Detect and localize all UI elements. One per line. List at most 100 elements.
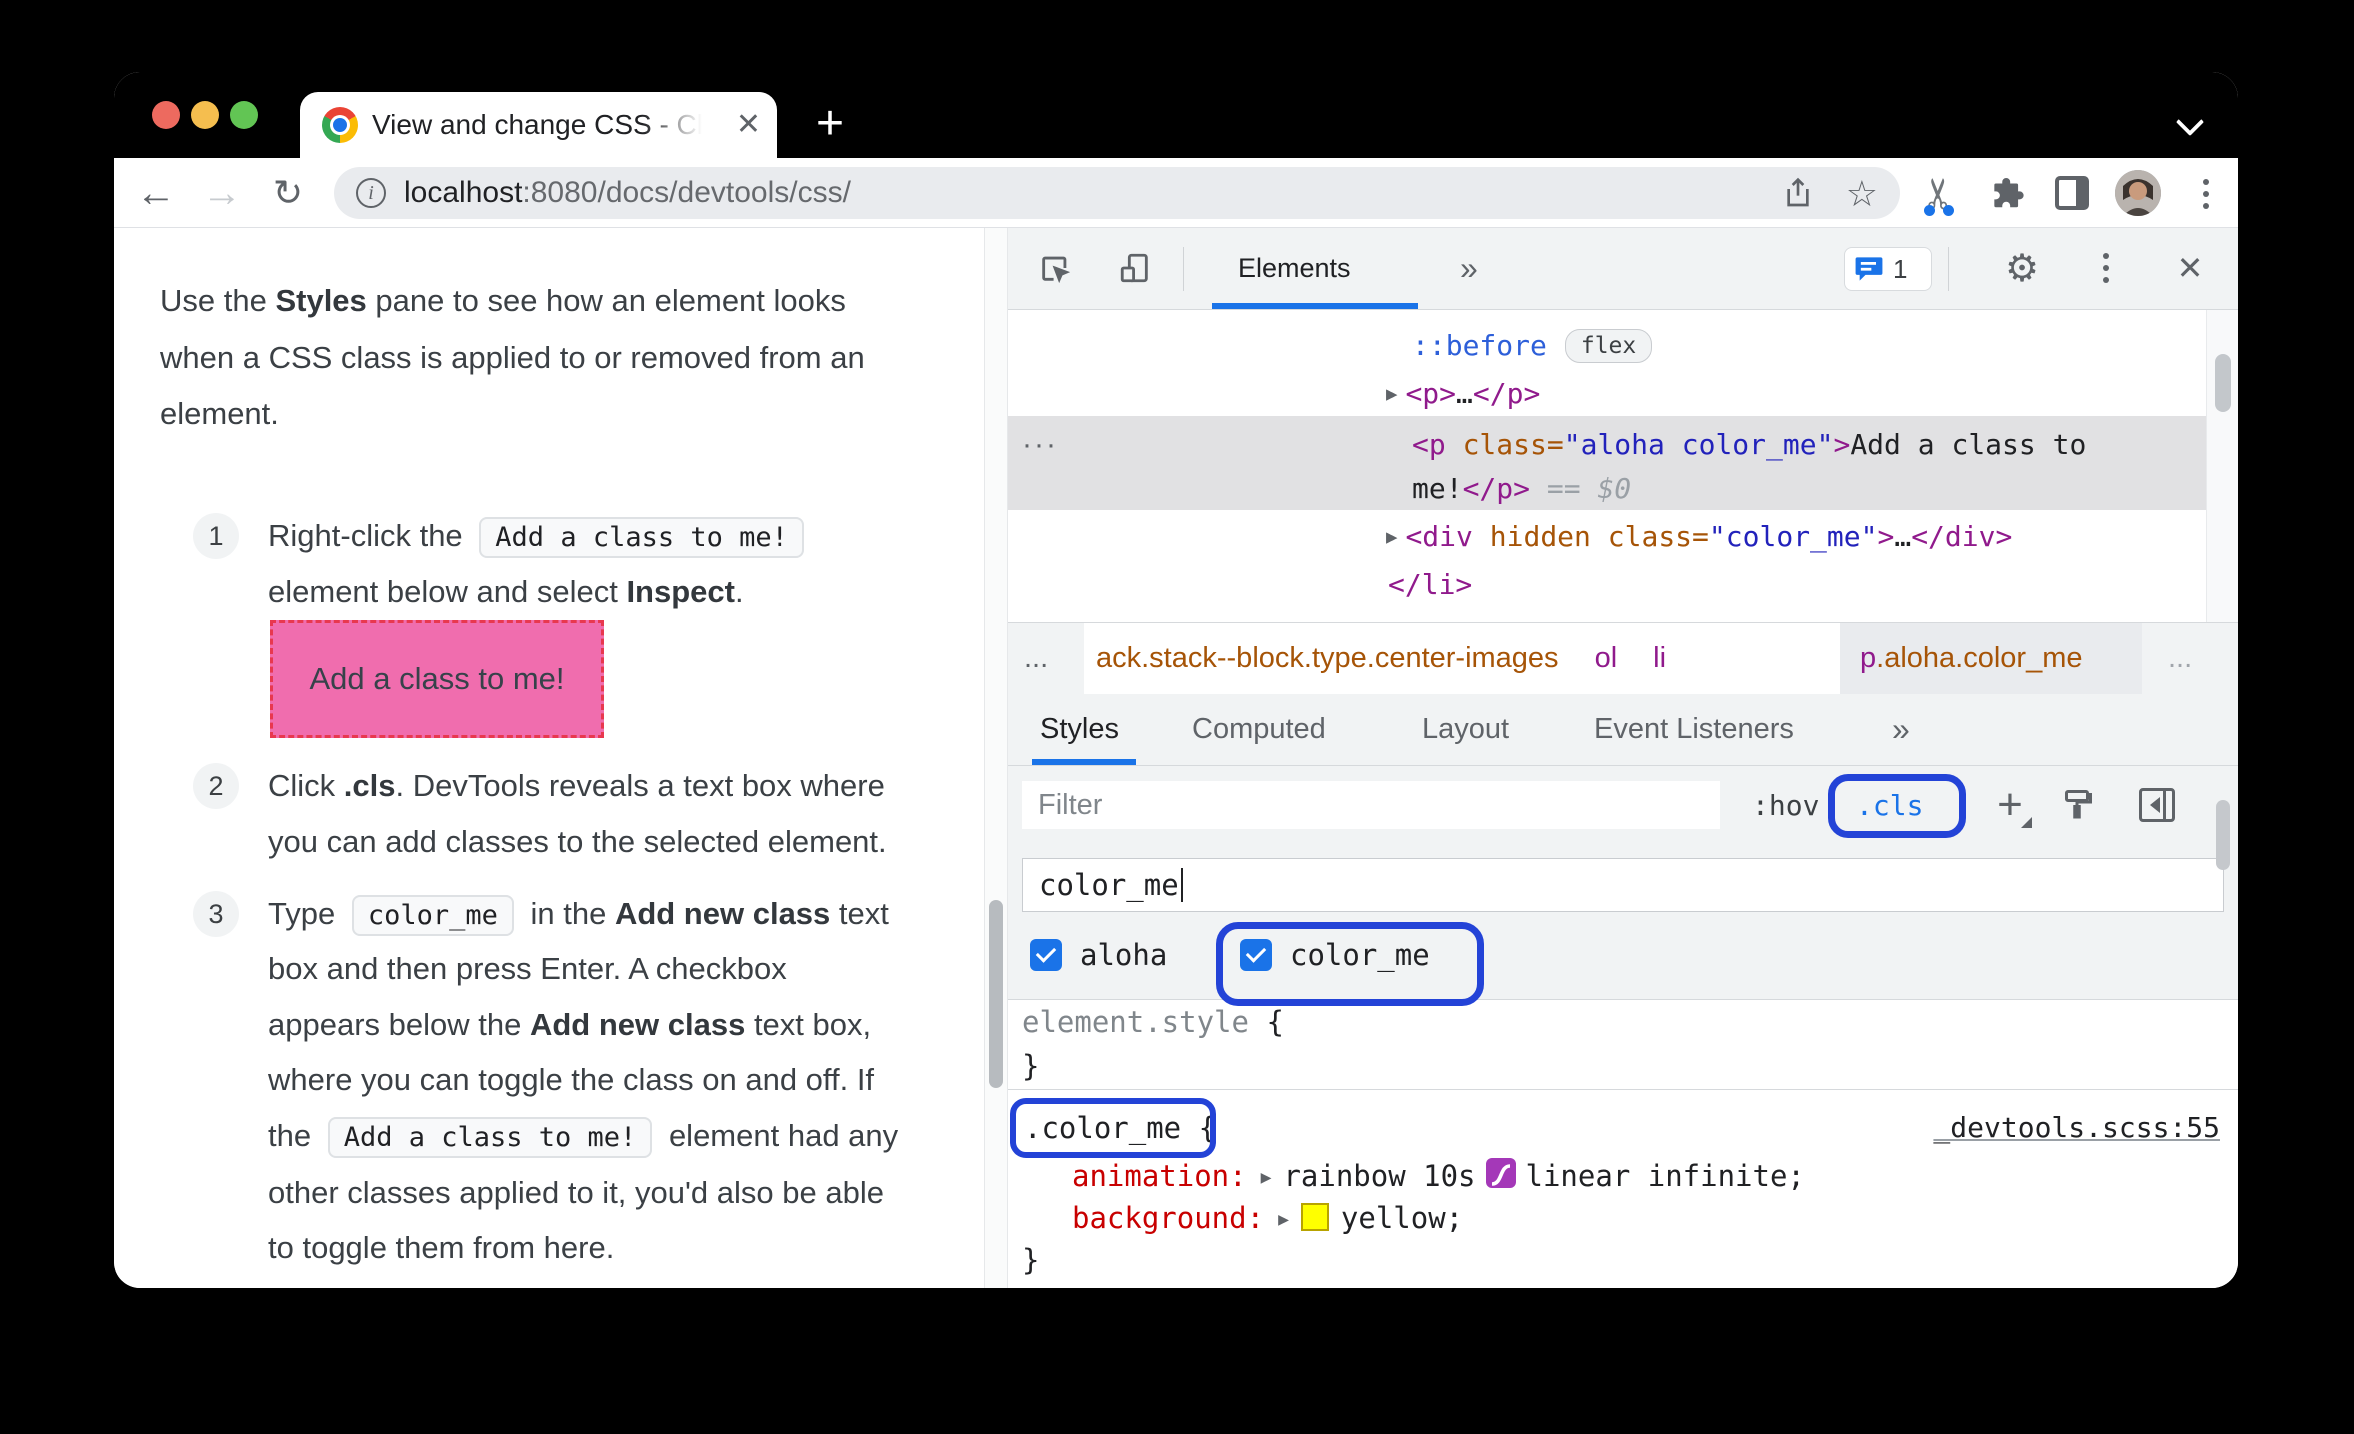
new-tab-button[interactable]: + [802,95,858,151]
extensions-puzzle-icon[interactable] [1980,158,2034,228]
new-style-rule-button[interactable]: + [1984,766,2036,844]
text-token: <p> [1405,377,1457,410]
window-controls[interactable] [152,101,258,129]
minimize-window-button[interactable] [191,101,219,129]
text-token: in the [521,896,615,931]
expand-arrow-icon: ▶ [1278,1209,1289,1230]
rule-selector-line[interactable]: element.style { [1022,1000,1284,1044]
browser-tab[interactable]: View and change CSS - Chrome ✕ [300,92,777,158]
bookmark-star-icon[interactable]: ☆ [1846,173,1878,215]
toggle-hov-button[interactable]: :hov [1752,766,1819,844]
devtools-toolbar: Elements » 1 ⚙ ✕ [1008,228,2238,310]
declaration-animation[interactable]: animation: ▶ rainbow 10s linear infinite; [1072,1154,1805,1198]
text-token: ol [1594,642,1618,674]
reload-button[interactable]: ↻ [262,158,314,228]
styles-filter-input[interactable] [1022,781,1720,829]
dom-node-p-selected-line1[interactable]: <p class="aloha color_me">Add a class to [1412,421,2086,469]
text-token: </p> [1462,472,1531,505]
devtools-close-icon[interactable]: ✕ [2160,228,2220,308]
text-token: Add new class [614,896,831,931]
devtools-panel: Elements » 1 ⚙ ✕ ··· ::before flex ▶ <p>…<… [1008,228,2238,1288]
styles-filter-bar: :hov .cls + [1008,766,2238,844]
text-token: </div> [1911,520,2013,553]
doc-line: when a CSS class is applied to or remove… [160,334,865,382]
site-info-icon[interactable]: i [356,178,386,208]
breadcrumb-overflow-right[interactable]: ... [2168,623,2192,694]
add-class-demo-box[interactable]: Add a class to me! [270,620,604,738]
text-token: Add new class [529,1007,746,1042]
breadcrumb-overflow-left[interactable]: ... [1024,623,1048,694]
rule-selector[interactable]: .color_me { [1024,1106,1216,1150]
maximize-window-button[interactable] [230,101,258,129]
tab-styles[interactable]: Styles [1040,694,1119,765]
checkbox-checked-icon[interactable] [1240,939,1272,971]
text-token: text box, [745,1007,872,1042]
page-scrollbar[interactable] [984,228,1008,1288]
tab-elements[interactable]: Elements [1238,228,1351,308]
rendering-emulation-icon[interactable] [2050,766,2104,844]
stylesheet-source-link[interactable]: _devtools.scss:55 [1933,1106,2220,1150]
side-panel-icon[interactable] [2045,158,2099,228]
text-token: .aloha.color_me [1876,642,2083,674]
dom-node-li-close[interactable]: </li> [1388,561,1472,609]
chevron-down-icon[interactable] [2178,110,2202,134]
breadcrumb-selected-node[interactable]: p .aloha.color_me [1840,623,2142,694]
more-tabs-icon[interactable]: » [1892,694,1910,765]
rule-color-me[interactable]: .color_me { _devtools.scss:55 animation:… [1008,1090,2238,1288]
tab-close-icon[interactable]: ✕ [736,110,761,140]
share-icon[interactable] [1782,177,1814,209]
active-tab-underline [1212,303,1418,309]
toggle-cls-button[interactable]: .cls [1856,766,1923,844]
text-token: </p> [1472,377,1541,410]
class-toggle-color-me[interactable]: color_me [1240,932,1430,978]
more-panels-icon[interactable]: » [1460,228,1478,308]
tab-event-listeners[interactable]: Event Listeners [1594,694,1794,765]
class-label: aloha [1080,938,1168,972]
doc-line: appears below the Add new class text box… [268,1001,871,1049]
dom-node-p-collapsed[interactable]: ▶ <p>…</p> [1386,370,1540,418]
text-token: Click [268,768,344,803]
text-token: Add a class to me! [327,1117,653,1158]
node-overflow-dots[interactable]: ··· [1022,421,1058,469]
doc-line: box and then press Enter. A checkbox [268,945,787,993]
dom-node-div-hidden[interactable]: ▶ <div hidden class="color_me">…</div> [1386,513,2012,561]
close-window-button[interactable] [152,101,180,129]
declaration-background[interactable]: background: ▶ yellow; [1072,1196,1463,1240]
settings-gear-icon[interactable]: ⚙ [1992,228,2052,308]
text-token: Use the [160,283,276,318]
dom-node-p-selected-line2[interactable]: me!</p> == $0 [1412,465,1631,513]
tab-strip: View and change CSS - Chrome ✕ + [114,72,2238,158]
inspect-element-icon[interactable] [1025,228,1085,308]
scrollbar-thumb[interactable] [2215,354,2231,412]
forward-button[interactable]: → [196,158,248,228]
scrollbar-thumb[interactable] [989,900,1003,1088]
breadcrumb-ancestors[interactable]: ack.stack--block.type.center-images ol li [1084,623,1840,694]
issues-badge[interactable]: 1 [1844,247,1932,291]
address-bar[interactable]: i localhost:8080/docs/devtools/css/ ☆ [334,167,1900,219]
text-token: me! [1412,472,1463,505]
back-button[interactable]: ← [130,158,182,228]
text-token: </li> [1388,568,1473,601]
text-token: <div [1405,520,1473,553]
sidebar-toggle-icon[interactable] [2130,766,2184,844]
devtools-menu-icon[interactable] [2076,228,2136,308]
text-token: background: [1072,1201,1265,1235]
styles-scrollbar-thumb[interactable] [2216,800,2230,870]
scissors-extension-icon[interactable]: ✂ [1912,158,1966,228]
device-toolbar-icon[interactable] [1105,228,1165,308]
browser-menu-icon[interactable] [2186,174,2226,214]
add-new-class-input[interactable]: color_me [1022,858,2224,912]
checkbox-checked-icon[interactable] [1030,939,1062,971]
dom-node-before-pseudo[interactable]: ::before flex [1412,322,1653,370]
class-toggle-aloha[interactable]: aloha [1030,932,1167,978]
text-token: appears below the [268,1007,530,1042]
dom-scrollbar[interactable] [2206,310,2238,622]
text-token: Inspect [626,574,735,609]
tab-computed[interactable]: Computed [1192,694,1326,765]
rule-element-style[interactable]: element.style { } [1008,1000,2238,1090]
selector-text[interactable]: .color_me [1024,1111,1181,1145]
breadcrumb: ... ack.stack--block.type.center-images o… [1008,622,2238,694]
doc-line: other classes applied to it, you'd also … [268,1169,884,1217]
profile-avatar[interactable] [2115,170,2161,216]
tab-layout[interactable]: Layout [1422,694,1509,765]
